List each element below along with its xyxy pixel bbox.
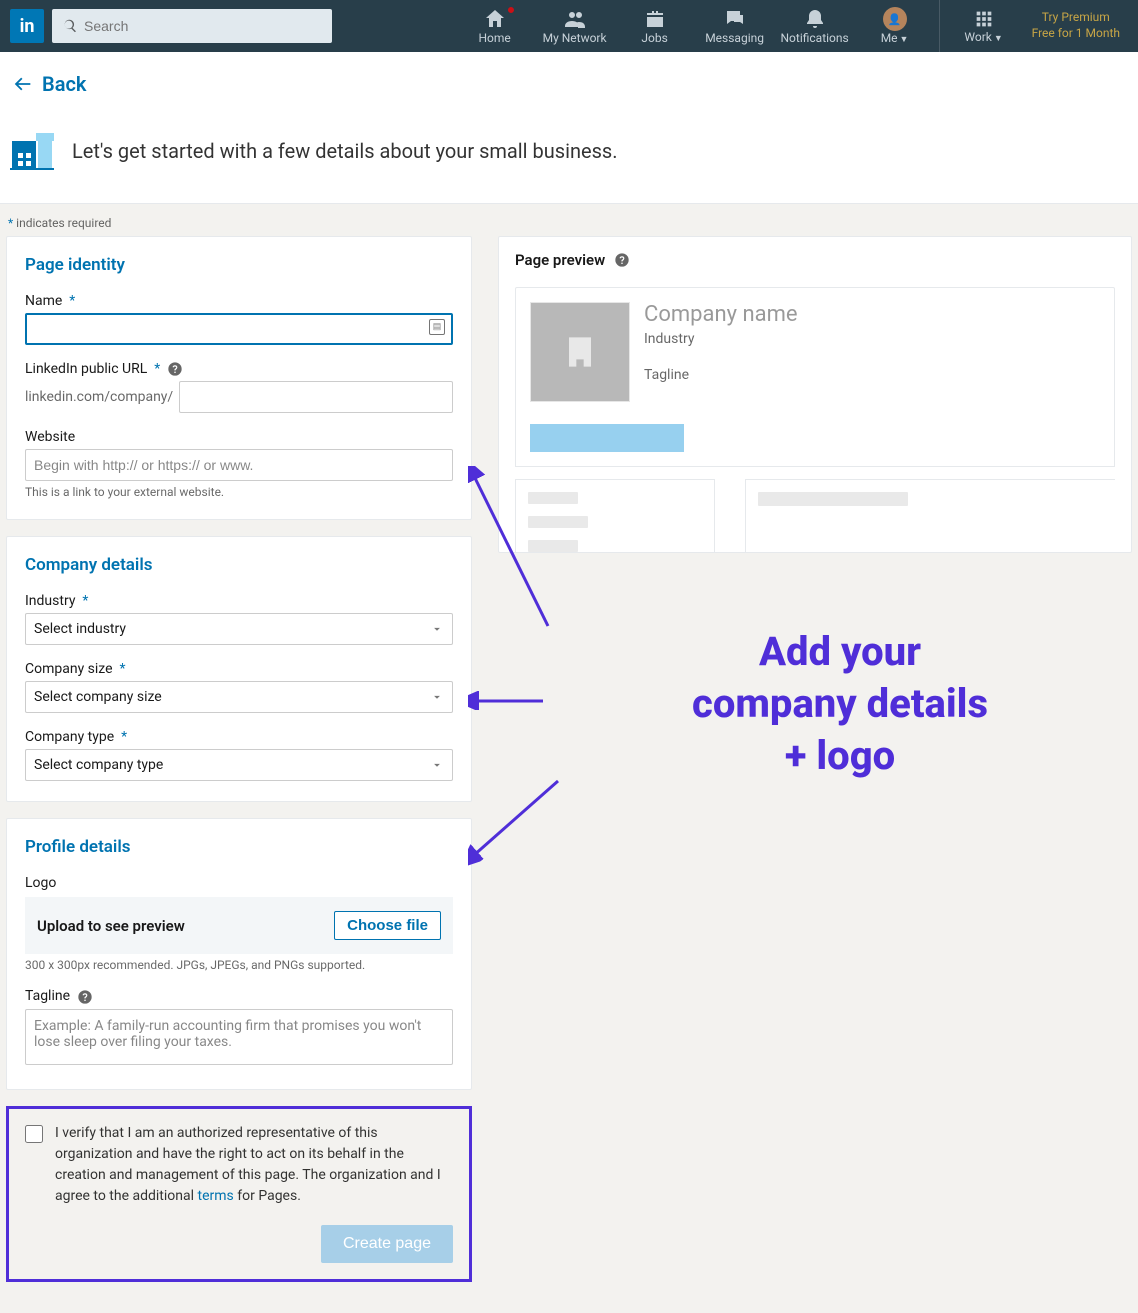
- search-input[interactable]: [84, 18, 322, 34]
- nav-me[interactable]: 👤 Me▼: [855, 0, 935, 52]
- chevron-down-icon: [430, 758, 444, 772]
- search-box[interactable]: [52, 9, 332, 43]
- nav-me-label: Me: [881, 31, 898, 45]
- profile-heading: Profile details: [25, 837, 453, 857]
- size-label: Company size *: [25, 661, 453, 677]
- page-preview-card: Page preview Company name Industry Tagli…: [498, 236, 1132, 553]
- chevron-down-icon: [430, 622, 444, 636]
- search-icon: [62, 18, 78, 34]
- nav-messaging-label: Messaging: [705, 31, 764, 45]
- nav-separator: [939, 0, 940, 52]
- avatar: 👤: [883, 7, 907, 31]
- top-navbar: in Home My Network Jobs Messaging Notifi…: [0, 0, 1138, 52]
- company-heading: Company details: [25, 555, 453, 575]
- nav-work-label: Work: [964, 30, 991, 44]
- size-select-value: Select company size: [34, 689, 162, 705]
- premium-line2: Free for 1 Month: [1032, 26, 1120, 42]
- verify-box: I verify that I am an authorized represe…: [6, 1106, 472, 1282]
- logo-upload-row: Upload to see preview Choose file: [25, 897, 453, 954]
- notification-badge: [507, 6, 515, 14]
- verify-text: I verify that I am an authorized represe…: [55, 1123, 453, 1207]
- intro-row: Let's get started with a few details abo…: [0, 115, 1138, 204]
- name-label: Name *: [25, 293, 453, 309]
- page-identity-card: Page identity Name * ▤ LinkedIn public U…: [6, 236, 472, 520]
- tagline-label: Tagline: [25, 988, 453, 1004]
- linkedin-logo[interactable]: in: [10, 9, 44, 43]
- building-icon: [558, 330, 602, 374]
- nav-notifications[interactable]: Notifications: [775, 0, 855, 52]
- nav-notifications-label: Notifications: [780, 31, 848, 45]
- website-hint: This is a link to your external website.: [25, 485, 453, 499]
- url-prefix: linkedin.com/company/: [25, 389, 173, 405]
- chevron-down-icon: [430, 690, 444, 704]
- nav-premium[interactable]: Try Premium Free for 1 Month: [1024, 10, 1128, 41]
- nav-jobs-label: Jobs: [641, 31, 667, 45]
- annotation-arrow: [468, 691, 548, 711]
- nav-work[interactable]: Work▼: [944, 0, 1024, 52]
- website-label: Website: [25, 429, 453, 445]
- chevron-down-icon: ▼: [900, 35, 909, 45]
- industry-label: Industry *: [25, 593, 453, 609]
- name-input[interactable]: [25, 313, 453, 345]
- company-details-card: Company details Industry * Select indust…: [6, 536, 472, 802]
- choose-file-button[interactable]: Choose file: [334, 911, 441, 940]
- premium-line1: Try Premium: [1032, 10, 1120, 26]
- url-label: LinkedIn public URL *: [25, 361, 453, 377]
- nav-network-label: My Network: [543, 31, 607, 45]
- logo-label: Logo: [25, 875, 453, 891]
- size-select[interactable]: Select company size: [25, 681, 453, 713]
- terms-link[interactable]: terms: [198, 1188, 234, 1204]
- nav-messaging[interactable]: Messaging: [695, 0, 775, 52]
- upload-label: Upload to see preview: [37, 917, 185, 935]
- preview-heading: Page preview: [515, 251, 1115, 269]
- follow-button-placeholder: [530, 424, 684, 452]
- url-input[interactable]: [179, 381, 453, 413]
- arrow-left-icon: [12, 73, 34, 95]
- back-label: Back: [42, 72, 86, 96]
- industry-select-value: Select industry: [34, 621, 126, 637]
- input-action-icon[interactable]: ▤: [429, 319, 445, 335]
- annotation-arrow: [468, 466, 558, 636]
- chevron-down-icon: ▼: [994, 34, 1003, 44]
- inner-preview: Company name Industry Tagline: [515, 287, 1115, 467]
- network-icon: [563, 7, 587, 31]
- industry-select[interactable]: Select industry: [25, 613, 453, 645]
- skeleton-rows: [515, 467, 1115, 552]
- jobs-icon: [643, 7, 667, 31]
- preview-tagline: Tagline: [644, 367, 798, 383]
- help-icon[interactable]: [77, 989, 93, 1005]
- preview-company-name: Company name: [644, 302, 798, 327]
- help-icon[interactable]: [167, 361, 183, 377]
- logo-placeholder: [530, 302, 630, 402]
- home-icon: [483, 7, 507, 31]
- back-button[interactable]: Back: [12, 72, 86, 96]
- nav-home[interactable]: Home: [455, 0, 535, 52]
- intro-text: Let's get started with a few details abo…: [72, 139, 618, 163]
- nav-network[interactable]: My Network: [535, 0, 615, 52]
- required-asterisk: *: [8, 216, 13, 230]
- nav-home-label: Home: [478, 31, 510, 45]
- logo-hint: 300 x 300px recommended. JPGs, JPEGs, an…: [25, 958, 453, 972]
- type-label: Company type *: [25, 729, 453, 745]
- help-icon[interactable]: [614, 252, 630, 268]
- required-note-text: indicates required: [16, 216, 111, 230]
- tagline-input[interactable]: [25, 1009, 453, 1065]
- create-page-button[interactable]: Create page: [321, 1225, 453, 1263]
- profile-details-card: Profile details Logo Upload to see previ…: [6, 818, 472, 1089]
- grid-icon: [973, 8, 995, 30]
- building-icon: [8, 125, 56, 177]
- type-select[interactable]: Select company type: [25, 749, 453, 781]
- identity-heading: Page identity: [25, 255, 453, 275]
- required-note: * indicates required: [0, 204, 1138, 236]
- annotation-text: Add your company details + logo: [558, 626, 1122, 782]
- website-input[interactable]: [25, 449, 453, 481]
- messaging-icon: [723, 7, 747, 31]
- verify-checkbox[interactable]: [25, 1125, 43, 1143]
- nav-jobs[interactable]: Jobs: [615, 0, 695, 52]
- bell-icon: [803, 7, 827, 31]
- back-bar: Back: [0, 52, 1138, 115]
- type-select-value: Select company type: [34, 757, 163, 773]
- preview-industry: Industry: [644, 331, 798, 347]
- annotation-arrow: [468, 776, 568, 866]
